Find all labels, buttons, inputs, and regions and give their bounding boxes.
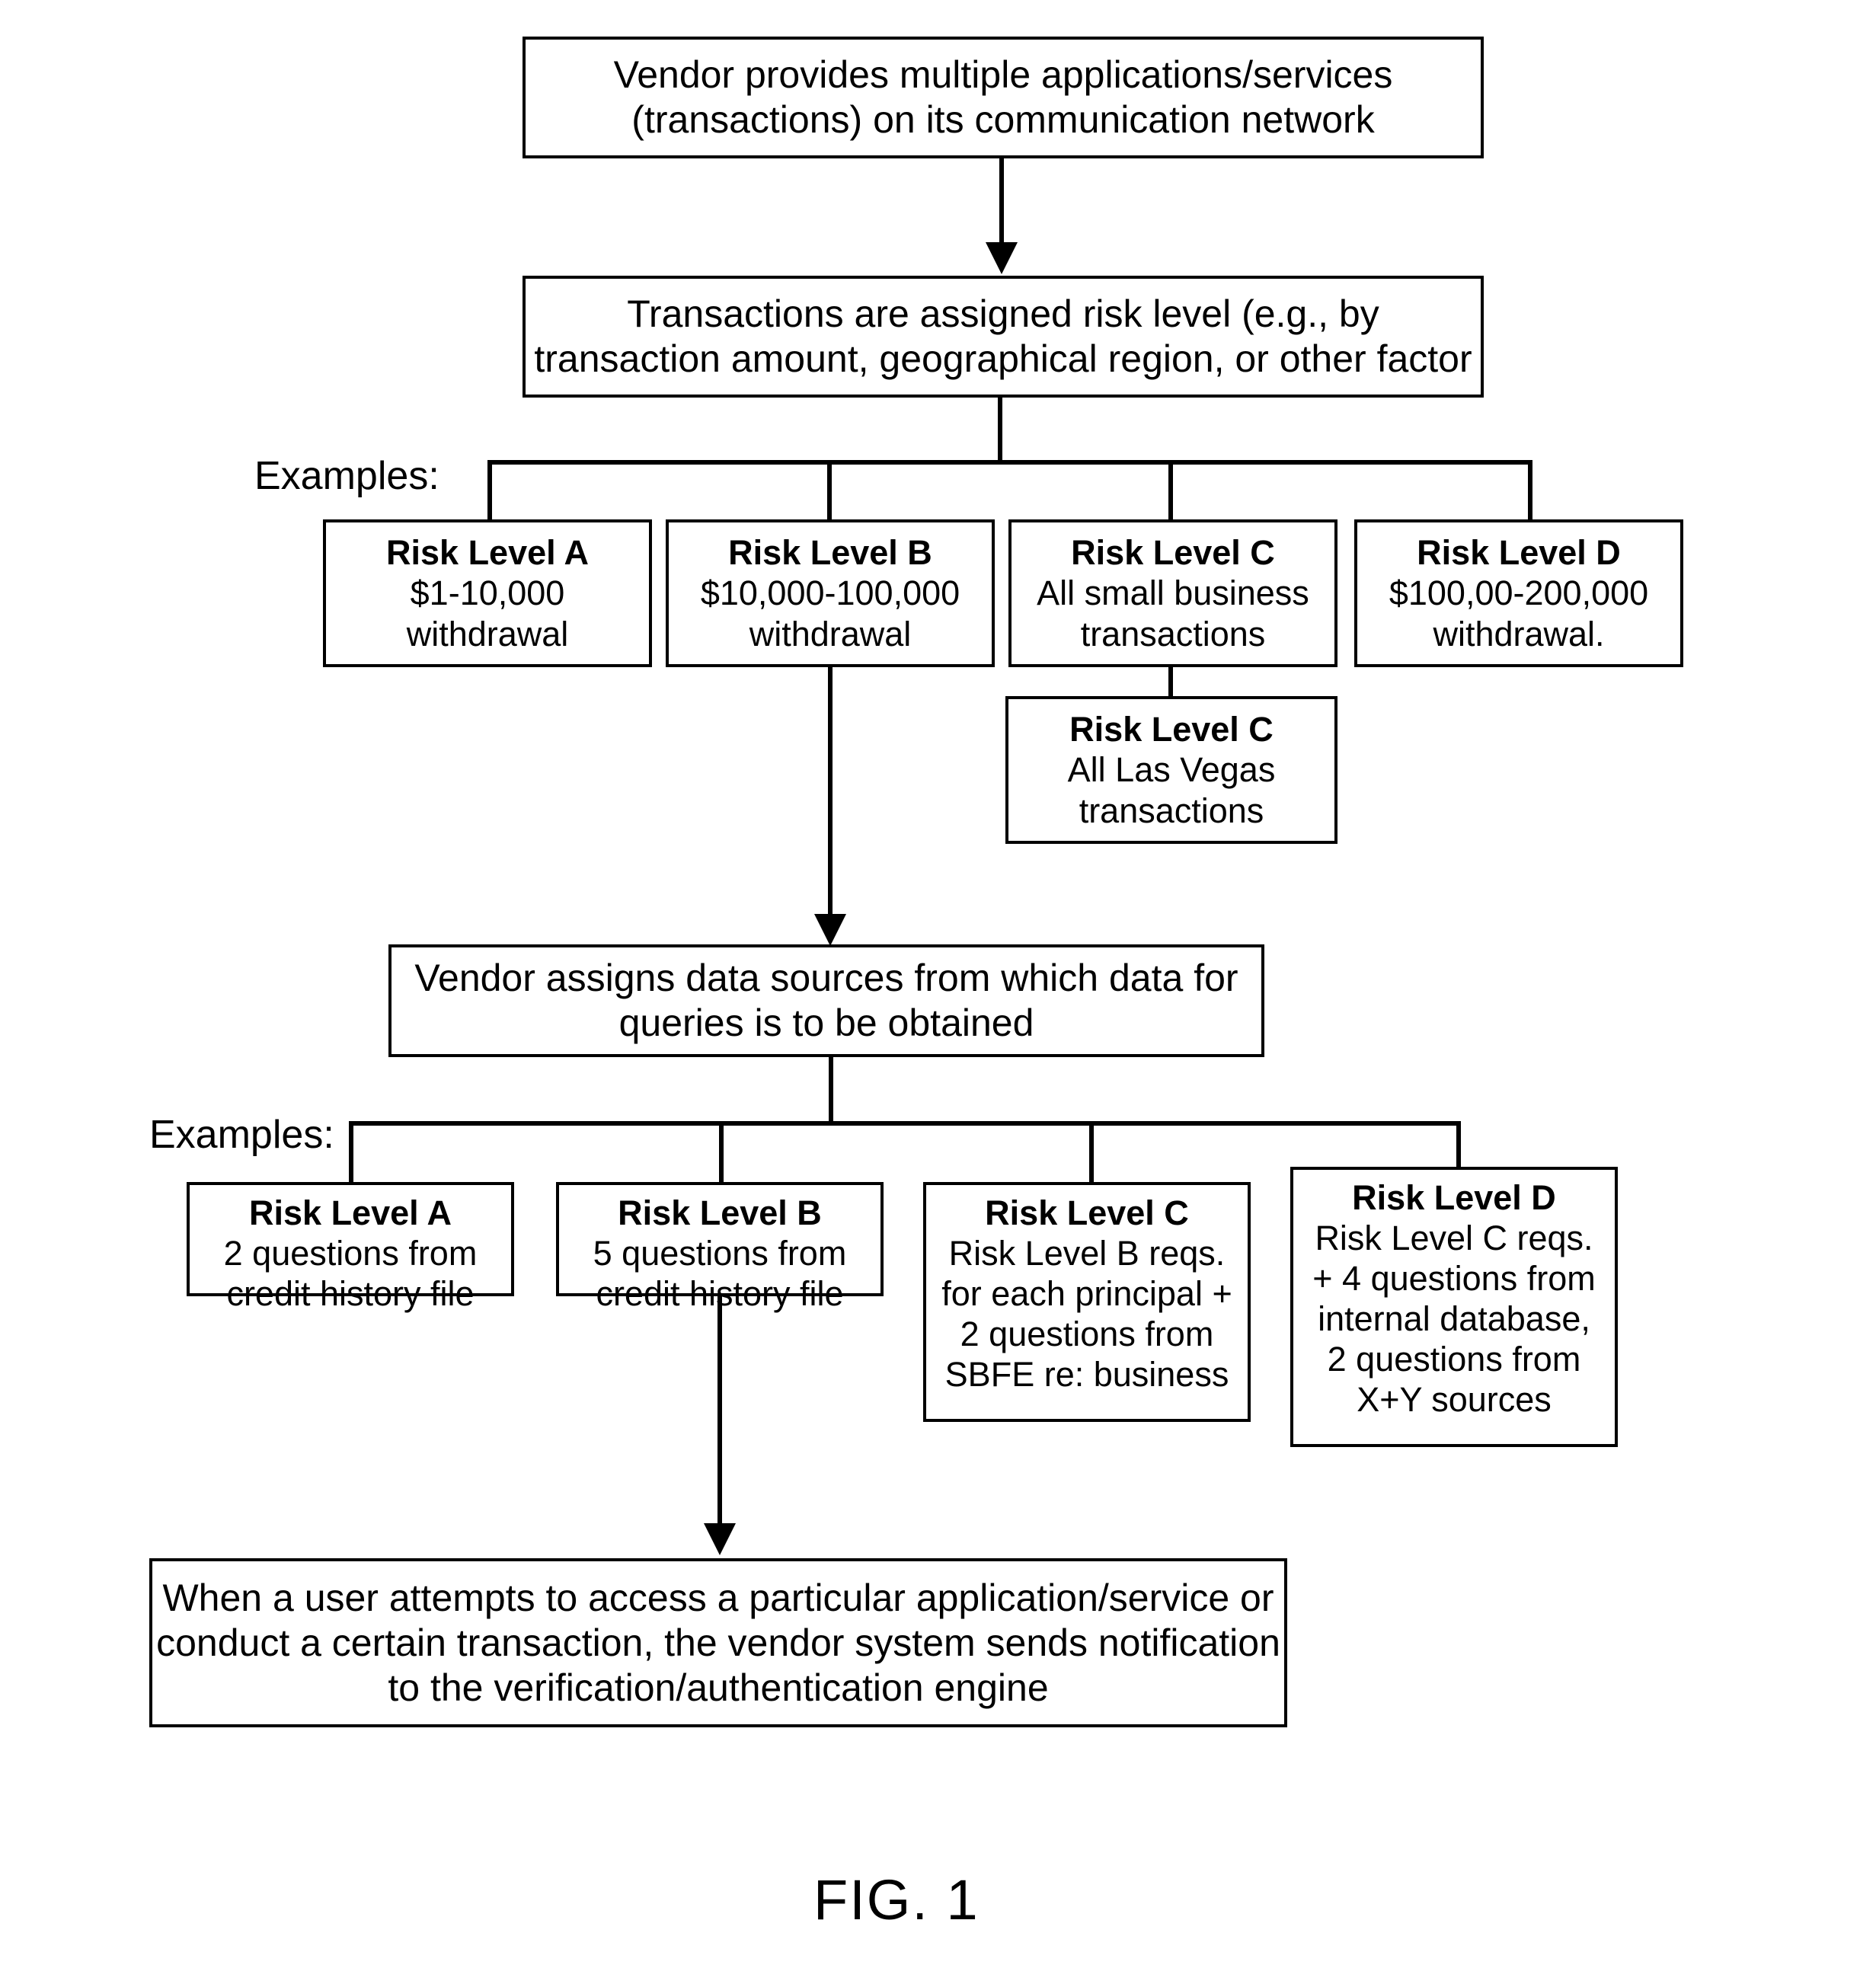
- step4-line1: When a user attempts to access a particu…: [162, 1576, 1274, 1619]
- risk-box-row1-a: Risk Level A $1-10,000 withdrawal: [323, 519, 652, 667]
- risk-box-row1-c-sub: Risk Level C All Las Vegas transactions: [1005, 696, 1337, 844]
- risk-box-row2-a-line2: credit history file: [226, 1274, 475, 1314]
- risk-box-row1-c-line1: All small business: [1037, 573, 1309, 613]
- bracket1-drop-d: [1528, 460, 1532, 521]
- risk-box-row2-a-title: Risk Level A: [249, 1193, 452, 1232]
- bracket2-stem: [829, 1057, 833, 1124]
- risk-box-row2-d-line4: 2 questions from: [1327, 1340, 1581, 1379]
- arrowhead-riskb-to-step3: [814, 914, 846, 946]
- step3-line2: queries is to be obtained: [618, 1002, 1034, 1044]
- risk-box-row2-c-line3: 2 questions from: [960, 1315, 1214, 1354]
- step-box-assign-data-sources: Vendor assigns data sources from which d…: [388, 944, 1264, 1057]
- risk-box-row2-c-line4: SBFE re: business: [944, 1355, 1229, 1395]
- risk-box-row1-d-title: Risk Level D: [1417, 533, 1621, 573]
- bracket1-drop-b: [827, 460, 832, 521]
- risk-box-row2-c-line2: for each principal +: [941, 1274, 1232, 1314]
- risk-box-row1-c: Risk Level C All small business transact…: [1008, 519, 1337, 667]
- risk-box-row1-b-line2: withdrawal: [749, 614, 912, 653]
- step-box-risk-level-assignment: Transactions are assigned risk level (e.…: [523, 276, 1484, 398]
- risk-box-row1-c-line2: transactions: [1080, 614, 1266, 653]
- risk-box-row2-d-line1: Risk Level C reqs.: [1315, 1219, 1593, 1258]
- risk-box-row2-c-title: Risk Level C: [985, 1193, 1189, 1232]
- bracket2-drop-a: [349, 1121, 353, 1187]
- risk-box-row2-a-line1: 2 questions from: [223, 1234, 478, 1273]
- risk-box-row2-d-line5: X+Y sources: [1357, 1380, 1552, 1420]
- risk-box-row1-b-line1: $10,000-100,000: [700, 573, 960, 613]
- step-box-user-attempts-access: When a user attempts to access a particu…: [149, 1558, 1287, 1727]
- risk-box-row1-c-sub-title: Risk Level C: [1069, 710, 1274, 749]
- risk-box-row2-b: Risk Level B 5 questions from credit his…: [556, 1182, 884, 1313]
- risk-box-row1-b: Risk Level B $10,000-100,000 withdrawal: [666, 519, 995, 667]
- risk-box-row2-d: Risk Level D Risk Level C reqs. + 4 ques…: [1290, 1167, 1618, 1447]
- bracket1-rail: [487, 460, 1532, 465]
- bracket2-rail: [349, 1121, 1461, 1126]
- arrowhead-step1-to-step2: [986, 242, 1018, 274]
- arrowhead-row2-riskb-to-step4: [704, 1523, 736, 1555]
- risk-box-row1-c-sub-line2: transactions: [1079, 791, 1264, 830]
- risk-box-row1-d-line1: $100,00-200,000: [1389, 573, 1649, 613]
- connector-step1-to-step2: [999, 158, 1004, 254]
- step3-line1: Vendor assigns data sources from which d…: [414, 957, 1238, 999]
- connector-riskc-to-riskc-sub: [1168, 667, 1173, 698]
- examples-label-1: Examples:: [254, 454, 439, 498]
- risk-box-row2-b-line1: 5 questions from: [593, 1234, 847, 1273]
- step-box-vendor-provides: Vendor provides multiple applications/se…: [523, 37, 1484, 158]
- risk-box-row1-d-line2: withdrawal.: [1433, 614, 1605, 653]
- step1-line1: Vendor provides multiple applications/se…: [613, 53, 1393, 96]
- bracket2-drop-b: [719, 1121, 724, 1187]
- step2-line1: Transactions are assigned risk level (e.…: [627, 292, 1379, 335]
- step1-line2: (transactions) on its communication netw…: [631, 98, 1375, 141]
- bracket1-drop-a: [487, 460, 492, 521]
- bracket1-drop-c: [1168, 460, 1173, 521]
- risk-box-row2-b-title: Risk Level B: [618, 1193, 822, 1232]
- risk-box-row2-d-title: Risk Level D: [1352, 1178, 1556, 1217]
- risk-box-row1-a-line2: withdrawal: [406, 614, 569, 653]
- risk-box-row2-d-line3: internal database,: [1318, 1299, 1590, 1339]
- risk-box-row1-a-title: Risk Level A: [386, 533, 589, 573]
- step2-line2: transaction amount, geographical region,…: [534, 337, 1472, 380]
- risk-box-row2-d-line2: + 4 questions from: [1312, 1259, 1596, 1299]
- connector-row2-riskb-to-step4: [717, 1296, 722, 1548]
- bracket1-stem: [998, 398, 1002, 463]
- figure-caption: FIG. 1: [813, 1868, 980, 1931]
- risk-box-row2-a: Risk Level A 2 questions from credit his…: [187, 1182, 514, 1313]
- risk-box-row1-a-line1: $1-10,000: [410, 573, 565, 613]
- connector-riskb-to-step3: [828, 667, 833, 925]
- risk-box-row2-c-line1: Risk Level B reqs.: [948, 1234, 1226, 1273]
- risk-box-row1-d: Risk Level D $100,00-200,000 withdrawal.: [1354, 519, 1683, 667]
- risk-box-row1-c-title: Risk Level C: [1071, 533, 1275, 573]
- figure-canvas: Vendor provides multiple applications/se…: [0, 0, 1876, 1968]
- risk-box-row2-c: Risk Level C Risk Level B reqs. for each…: [923, 1182, 1251, 1422]
- step4-line3: to the verification/authentication engin…: [388, 1666, 1049, 1709]
- risk-box-row1-b-title: Risk Level B: [728, 533, 932, 573]
- risk-box-row1-c-sub-line1: All Las Vegas: [1067, 750, 1276, 790]
- examples-label-2: Examples:: [149, 1113, 334, 1157]
- step4-line2: conduct a certain transaction, the vendo…: [156, 1621, 1280, 1664]
- bracket2-drop-c: [1089, 1121, 1094, 1187]
